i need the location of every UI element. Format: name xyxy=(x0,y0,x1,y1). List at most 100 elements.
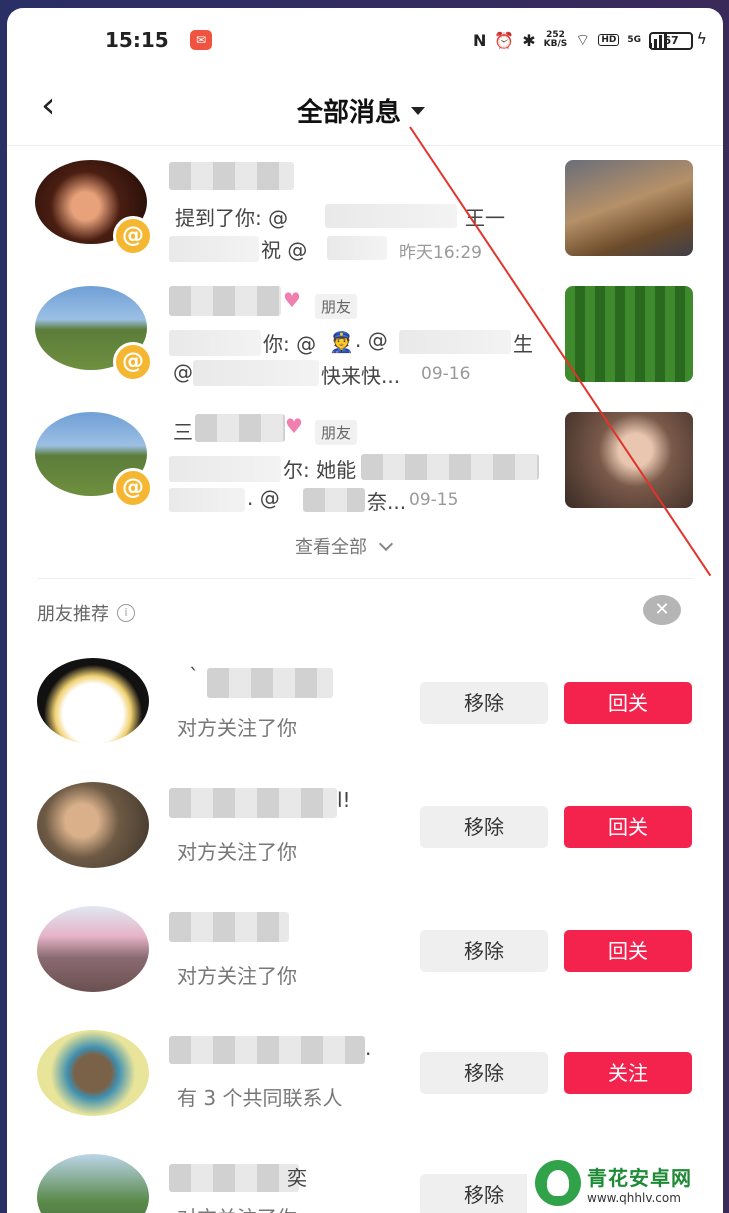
message-text: 提到了你: @ xyxy=(175,206,289,230)
message-time: 昨天16:29 xyxy=(399,243,482,263)
status-time: 15:15 xyxy=(105,28,169,52)
follow-reason: 对方关注了你 xyxy=(177,1202,297,1213)
blurred-username xyxy=(169,788,337,818)
follow-reason: 有 3 个共同联系人 xyxy=(177,1086,343,1110)
network-speed: 252 KB/S xyxy=(544,31,568,49)
close-icon[interactable]: ✕ xyxy=(643,595,681,625)
bluetooth-icon: ✱ xyxy=(522,30,536,50)
blurred-text xyxy=(193,360,319,386)
blurred-text xyxy=(169,236,259,262)
avatar[interactable] xyxy=(37,1030,149,1116)
username-suffix: 奕 xyxy=(287,1166,307,1190)
username-suffix: . xyxy=(365,1036,372,1060)
recommend-row[interactable]: ` 对方关注了你 移除 回关 xyxy=(7,650,723,760)
battery-icon: 67 xyxy=(649,32,693,50)
view-all-button[interactable]: 查看全部 xyxy=(295,533,394,559)
message-row[interactable]: @ 提到了你: @ 王一 祝 @ 昨天16:29 xyxy=(7,148,723,268)
blurred-text xyxy=(169,488,245,512)
info-icon[interactable]: i xyxy=(117,604,135,622)
hd-badge: HD xyxy=(598,34,620,46)
blurred-username xyxy=(195,414,285,442)
message-text-line2: . @ xyxy=(247,486,280,510)
wifi-icon: ⌔ xyxy=(575,30,591,49)
recommend-row[interactable]: l! 对方关注了你 移除 回关 xyxy=(7,774,723,884)
username-suffix: l! xyxy=(337,788,351,812)
recommend-row[interactable]: 对方关注了你 移除 回关 xyxy=(7,898,723,1008)
alarm-icon: ⏰ xyxy=(494,30,515,50)
username-prefix: ` xyxy=(189,664,199,688)
follow-button[interactable]: 关注 xyxy=(564,1052,692,1094)
message-text: 你: @ xyxy=(263,332,317,356)
blurred-text xyxy=(169,330,261,356)
avatar[interactable] xyxy=(37,658,149,744)
message-text-line2-end: 奈... xyxy=(367,490,407,514)
phone-screen: 15:15 ✉ N ⏰ ✱ 252 KB/S ⌔ HD 5G 67 ϟ ‹ 全部… xyxy=(7,8,723,1213)
friend-tag: 朋友 xyxy=(315,420,358,445)
post-thumbnail[interactable] xyxy=(565,412,693,508)
follow-back-button[interactable]: 回关 xyxy=(564,930,692,972)
message-row[interactable]: @ 三 ♥ 朋友 尔: 她能 . @ 奈... 09-15 xyxy=(7,400,723,520)
blurred-text xyxy=(169,456,281,482)
follow-reason: 对方关注了你 xyxy=(177,840,297,864)
blurred-username xyxy=(169,1036,365,1064)
mention-badge-icon: @ xyxy=(113,216,153,256)
page-title: 全部消息 xyxy=(297,98,402,128)
blurred-username xyxy=(169,162,294,190)
message-text: 尔: 她能 xyxy=(283,458,357,482)
message-text-mid: . @ xyxy=(355,328,388,352)
message-text-line2: 快来快... xyxy=(321,364,401,388)
post-thumbnail[interactable] xyxy=(565,286,693,382)
watermark-url: www.qhhlv.com xyxy=(587,1190,681,1205)
blurred-text xyxy=(361,454,539,480)
username-prefix: 三 xyxy=(173,420,193,444)
watermark-logo-icon xyxy=(535,1160,581,1206)
section-divider xyxy=(37,578,693,579)
view-all-label: 查看全部 xyxy=(295,537,367,558)
heart-icon: ♥ xyxy=(285,414,303,438)
blurred-username xyxy=(169,286,281,316)
chevron-down-icon xyxy=(378,536,394,551)
status-icons: N ⏰ ✱ 252 KB/S ⌔ HD 5G xyxy=(473,28,667,52)
remove-button[interactable]: 移除 xyxy=(420,682,548,724)
recommend-row[interactable]: . 有 3 个共同联系人 移除 关注 xyxy=(7,1022,723,1132)
remove-button[interactable]: 移除 xyxy=(420,1052,548,1094)
message-row[interactable]: @ ♥ 朋友 你: @ 👮 . @ 生 @ 快来快... 09-16 xyxy=(7,274,723,394)
message-filter-dropdown[interactable]: 全部消息 xyxy=(297,92,426,129)
message-text-line2-prefix: @ xyxy=(173,360,193,384)
follow-back-button[interactable]: 回关 xyxy=(564,806,692,848)
watermark-name: 青花安卓网 xyxy=(587,1165,692,1190)
charging-icon: ϟ xyxy=(696,29,707,48)
network-type: 5G xyxy=(627,34,641,45)
friend-recommend-header: 朋友推荐 i xyxy=(37,600,135,626)
caret-down-icon xyxy=(411,106,426,115)
message-time: 09-16 xyxy=(421,364,471,384)
friend-recommend-label: 朋友推荐 xyxy=(37,604,109,625)
watermark-text: 青花安卓网 www.qhhlv.com xyxy=(587,1162,692,1205)
friend-tag: 朋友 xyxy=(315,294,358,319)
follow-back-button[interactable]: 回关 xyxy=(564,682,692,724)
avatar[interactable] xyxy=(37,1154,149,1213)
post-thumbnail[interactable] xyxy=(565,160,693,256)
police-emoji-icon: 👮 xyxy=(329,330,354,354)
message-time: 09-15 xyxy=(409,490,459,510)
nfc-icon: N xyxy=(472,30,487,50)
mention-badge-icon: @ xyxy=(113,468,153,508)
heart-icon: ♥ xyxy=(283,288,301,312)
blurred-username xyxy=(169,1164,299,1192)
follow-reason: 对方关注了你 xyxy=(177,964,297,988)
remove-button[interactable]: 移除 xyxy=(420,930,548,972)
blurred-username xyxy=(169,912,289,942)
blurred-username xyxy=(207,668,333,698)
remove-button[interactable]: 移除 xyxy=(420,806,548,848)
blurred-text xyxy=(399,330,511,354)
app-notification-icon: ✉ xyxy=(190,30,212,50)
message-text-end: 生 xyxy=(513,332,533,356)
blurred-text xyxy=(327,236,387,260)
speed-unit: KB/S xyxy=(543,39,568,49)
back-arrow-icon[interactable]: ‹ xyxy=(41,86,55,126)
blurred-text xyxy=(325,204,457,228)
status-bar: 15:15 ✉ N ⏰ ✱ 252 KB/S ⌔ HD 5G 67 ϟ xyxy=(7,8,723,70)
avatar[interactable] xyxy=(37,782,149,868)
avatar[interactable] xyxy=(37,906,149,992)
follow-reason: 对方关注了你 xyxy=(177,716,297,740)
